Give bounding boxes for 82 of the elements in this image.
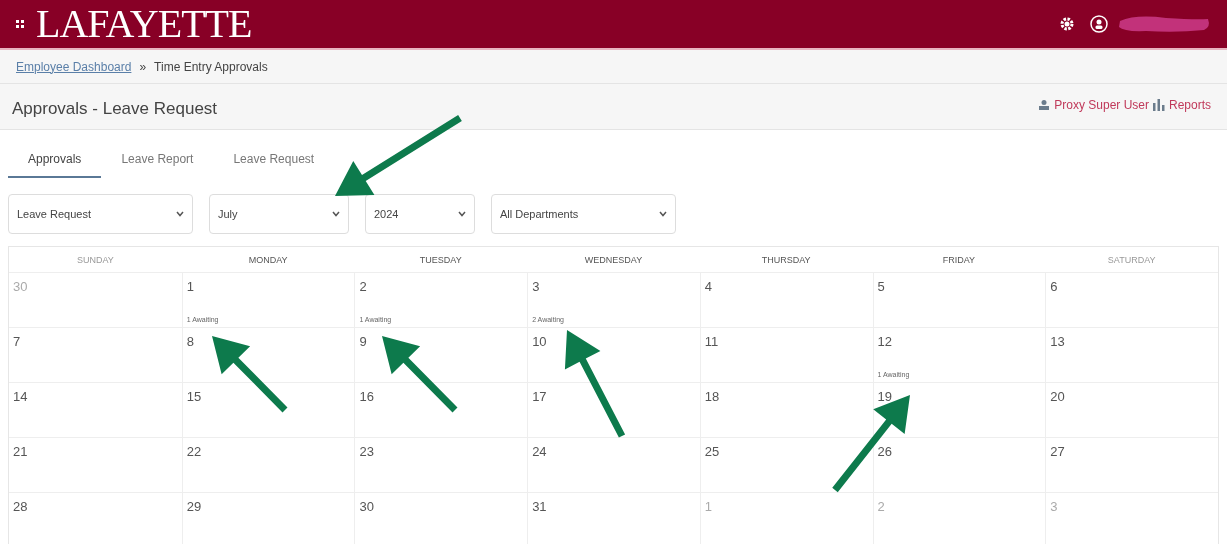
day-cell[interactable]: 20 — [1045, 383, 1218, 437]
day-number: 3 — [532, 278, 541, 296]
chevron-down-icon — [332, 211, 340, 217]
day-number: 25 — [704, 443, 721, 461]
weekday-label: SUNDAY — [75, 254, 115, 267]
day-number: 7 — [13, 333, 22, 351]
day-number: 14 — [13, 388, 29, 406]
tab[interactable]: Leave Request — [213, 142, 335, 178]
day-cell[interactable]: 18 — [699, 383, 873, 437]
day-number: 12 — [877, 333, 894, 351]
day-cell[interactable]: 7 — [9, 328, 182, 382]
dropdown[interactable]: All Departments — [491, 194, 676, 234]
day-number: 8 — [186, 333, 195, 351]
day-number: 18 — [704, 388, 721, 406]
day-number: 21 — [13, 443, 29, 461]
day-number: 20 — [1050, 388, 1066, 406]
settings-icon[interactable] — [1060, 17, 1074, 31]
day-cell[interactable]: 22 — [181, 438, 355, 492]
day-number: 30 — [13, 278, 29, 296]
breadcrumb-text: Time Entry Approvals — [154, 58, 268, 76]
action-link[interactable]: Proxy Super User — [1054, 96, 1149, 114]
day-number: 10 — [532, 333, 548, 351]
day-number: 6 — [1050, 278, 1059, 296]
day-number: 19 — [877, 388, 894, 406]
day-cell[interactable]: 14 — [9, 383, 182, 437]
weekday-label: MONDAY — [247, 254, 289, 267]
chevron-down-icon — [176, 211, 184, 217]
day-cell[interactable]: 27 — [1045, 438, 1218, 492]
day-cell[interactable]: 28 — [9, 493, 182, 544]
weekday-label: TUESDAY — [418, 254, 463, 267]
day-number: 3 — [1050, 498, 1059, 516]
chevron-down-icon — [458, 211, 466, 217]
day-number: 13 — [1050, 333, 1066, 351]
bar-chart-icon — [1152, 99, 1165, 111]
logo: LAFAYETTE — [36, 4, 252, 44]
day-number: 2 — [359, 278, 368, 296]
day-number: 5 — [877, 278, 886, 296]
weekday-label: SATURDAY — [1106, 254, 1157, 267]
day-cell[interactable]: 5 — [872, 273, 1046, 327]
day-cell[interactable]: 30 — [354, 493, 528, 544]
page-title: Approvals - Leave Request — [12, 98, 218, 120]
user-avatar-icon[interactable] — [1090, 15, 1108, 33]
day-number: 11 — [704, 333, 720, 351]
dropdown[interactable]: 2024 — [365, 194, 475, 234]
day-cell[interactable]: 23 — [354, 438, 528, 492]
grid-menu-icon[interactable] — [16, 20, 24, 28]
day-number: 2 — [877, 498, 886, 516]
tab[interactable]: Leave Report — [101, 142, 214, 178]
day-number: 29 — [186, 498, 203, 516]
day-cell[interactable]: 21 — [9, 438, 182, 492]
day-number: 31 — [532, 498, 548, 516]
day-number: 1 — [186, 278, 195, 296]
weekday-label: FRIDAY — [941, 254, 977, 267]
day-number: 4 — [704, 278, 714, 296]
day-number: 27 — [1050, 443, 1066, 461]
breadcrumb-text: » — [139, 58, 147, 76]
day-number: 28 — [13, 498, 29, 516]
day-number: 9 — [359, 333, 368, 351]
day-cell[interactable]: 29 — [181, 493, 355, 544]
day-cell[interactable]: 13 — [1045, 328, 1218, 382]
action-link[interactable]: Reports — [1168, 96, 1211, 114]
day-number: 22 — [186, 443, 203, 461]
day-cell[interactable]: 11 — [699, 328, 873, 382]
day-number: 15 — [186, 388, 203, 406]
day-number: 23 — [359, 443, 375, 461]
person-icon — [1038, 99, 1051, 111]
day-number: 26 — [877, 443, 894, 461]
day-cell[interactable]: 6 — [1045, 273, 1218, 327]
weekday-label: THURSDAY — [760, 254, 812, 267]
day-cell[interactable]: 24 — [527, 438, 700, 492]
day-cell[interactable]: 31 — [527, 493, 700, 544]
day-number: 1 — [704, 498, 714, 516]
day-number: 17 — [532, 388, 548, 406]
tab[interactable]: Approvals — [8, 142, 102, 178]
day-cell[interactable]: 4 — [699, 273, 873, 327]
day-number: 16 — [359, 388, 375, 406]
dropdown[interactable]: Leave Request — [8, 194, 193, 234]
day-number: 30 — [359, 498, 375, 516]
day-number: 24 — [532, 443, 548, 461]
chevron-down-icon — [659, 211, 667, 217]
breadcrumb-link[interactable]: Employee Dashboard — [16, 57, 132, 76]
weekday-label: WEDNESDAY — [583, 254, 644, 267]
